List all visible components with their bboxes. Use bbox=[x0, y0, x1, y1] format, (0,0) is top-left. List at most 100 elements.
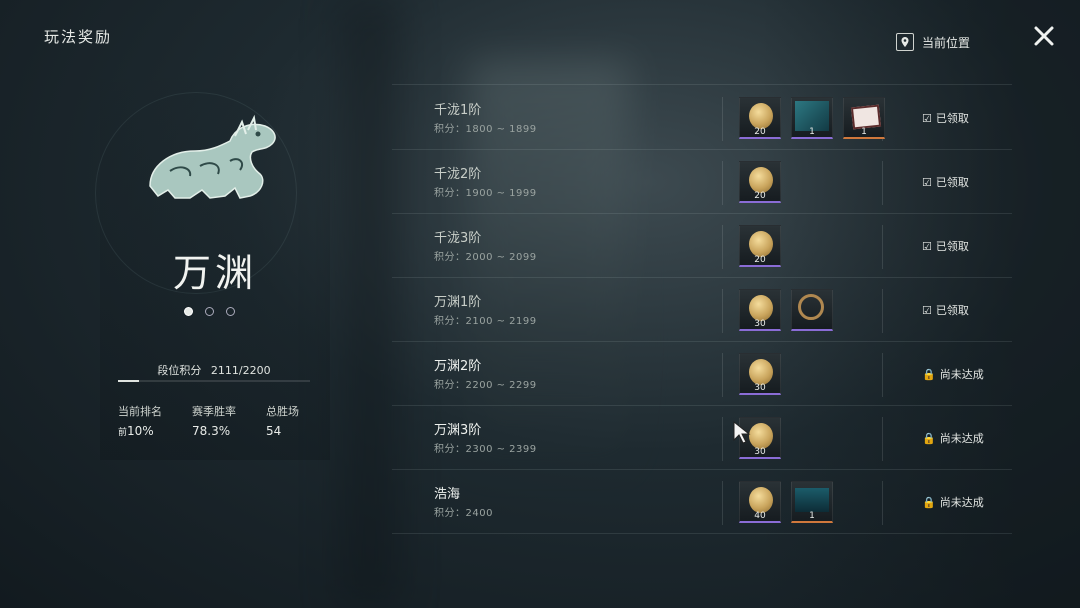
tier-rewards: 20 bbox=[739, 225, 781, 267]
close-button[interactable] bbox=[1030, 22, 1058, 50]
lock-icon: 🔒 bbox=[922, 431, 936, 445]
lock-icon: 🔒 bbox=[922, 367, 936, 381]
tier-name: 万渊3阶 bbox=[434, 423, 482, 438]
reward-count: 40 bbox=[754, 511, 766, 521]
ring-icon bbox=[798, 294, 824, 320]
reward-item-scene[interactable]: 1 bbox=[791, 97, 833, 139]
tier-row: 万渊2阶积分：2200 ~ 2299 30 🔒 尚未达成 bbox=[392, 341, 1012, 406]
coin-icon bbox=[749, 423, 773, 449]
coin-icon bbox=[749, 231, 773, 257]
page-dot-2[interactable] bbox=[205, 307, 214, 316]
tier-rewards: 20 bbox=[739, 161, 781, 203]
tier-status-label: 尚未达成 bbox=[939, 368, 984, 381]
tier-row: 万渊3阶积分：2300 ~ 2399 30 🔒 尚未达成 bbox=[392, 405, 1012, 470]
tier-status-label: 尚未达成 bbox=[939, 496, 984, 509]
stat-prefix: 前 bbox=[118, 428, 128, 438]
tier-name: 千泷1阶 bbox=[434, 103, 482, 118]
rank-score-label: 段位积分 bbox=[157, 364, 202, 377]
check-box-icon: ☑ bbox=[922, 303, 932, 317]
tier-row: 万渊1阶 积分：2100 ~ 2199 30 ☑ 已领取 bbox=[392, 277, 1012, 342]
column-divider bbox=[722, 225, 723, 269]
rank-score: 段位积分 2111/2200 bbox=[118, 362, 310, 378]
tier-score-range: 积分：2400 bbox=[434, 508, 493, 519]
stat-winrate: 赛季胜率 78.3% bbox=[192, 403, 236, 438]
tier-status: ☑ 已领取 bbox=[922, 238, 969, 254]
reward-count: 20 bbox=[754, 127, 766, 137]
tier-rewards: 30 bbox=[739, 289, 833, 331]
tier-status: 🔒 尚未达成 bbox=[922, 430, 984, 446]
reward-count: 20 bbox=[754, 191, 766, 201]
column-divider bbox=[722, 353, 723, 397]
mouse-cursor-icon bbox=[733, 420, 751, 444]
tier-status: ☑ 已领取 bbox=[922, 110, 969, 126]
stat-value: 54 bbox=[266, 424, 282, 438]
tier-status-label: 已领取 bbox=[935, 304, 969, 317]
reward-count: 1 bbox=[809, 127, 815, 137]
column-divider bbox=[722, 481, 723, 525]
column-divider bbox=[882, 417, 883, 461]
reward-item-coin[interactable]: 20 bbox=[739, 97, 781, 139]
column-divider bbox=[882, 481, 883, 525]
column-divider bbox=[722, 417, 723, 461]
reward-count: 30 bbox=[754, 447, 766, 457]
reward-item-card[interactable]: 1 bbox=[843, 97, 885, 139]
column-divider bbox=[722, 289, 723, 333]
page-title: 玩法奖励 bbox=[44, 28, 113, 46]
tier-name: 万渊2阶 bbox=[434, 359, 482, 374]
tier-status-label: 尚未达成 bbox=[939, 432, 984, 445]
tier-score-range: 积分：2300 ~ 2399 bbox=[434, 444, 537, 455]
stat-label: 赛季胜率 bbox=[192, 405, 236, 418]
check-box-icon: ☑ bbox=[922, 111, 932, 125]
reward-item-coin[interactable]: 40 bbox=[739, 481, 781, 523]
current-location-button[interactable]: 当前位置 bbox=[896, 33, 970, 51]
reward-item-ring[interactable] bbox=[791, 289, 833, 331]
tier-status-label: 已领取 bbox=[935, 240, 969, 253]
tier-status: 🔒 尚未达成 bbox=[922, 494, 984, 510]
close-icon bbox=[1034, 26, 1054, 46]
tier-name: 千泷3阶 bbox=[434, 231, 482, 246]
reward-count: 30 bbox=[754, 383, 766, 393]
reward-count: 1 bbox=[809, 511, 815, 521]
tier-name: 千泷2阶 bbox=[434, 167, 482, 182]
rank-score-fill bbox=[118, 380, 140, 382]
stat-value: 78.3% bbox=[192, 424, 231, 438]
check-box-icon: ☑ bbox=[922, 239, 932, 253]
coin-icon bbox=[749, 487, 773, 513]
tier-rewards: 20 1 1 bbox=[739, 97, 885, 139]
column-divider bbox=[882, 161, 883, 205]
rank-page-dots bbox=[184, 307, 235, 316]
tier-row: 千泷1阶 积分：1800 ~ 1899 20 1 1 ☑ 已领取 bbox=[392, 85, 1012, 150]
reward-item-coin[interactable]: 20 bbox=[739, 161, 781, 203]
tier-status: 🔒 尚未达成 bbox=[922, 366, 984, 382]
column-divider bbox=[722, 161, 723, 205]
reward-count: 30 bbox=[754, 319, 766, 329]
wave-icon bbox=[795, 488, 829, 512]
stat-total-wins: 总胜场 54 bbox=[266, 403, 299, 438]
tier-row-partial bbox=[392, 52, 1012, 85]
tier-name: 浩海 bbox=[434, 487, 461, 502]
reward-item-wave[interactable]: 1 bbox=[791, 481, 833, 523]
reward-item-coin[interactable]: 30 bbox=[739, 289, 781, 331]
rank-score-bar bbox=[118, 380, 310, 382]
tier-row: 浩海积分：2400 40 1 🔒 尚未达成 bbox=[392, 469, 1012, 534]
column-divider bbox=[882, 225, 883, 269]
reward-item-coin[interactable]: 30 bbox=[739, 353, 781, 395]
background-shadow bbox=[340, 0, 400, 608]
page-dot-1[interactable] bbox=[184, 307, 193, 316]
rank-name: 万渊 bbox=[172, 251, 257, 295]
tier-row: 千泷2阶 积分：1900 ~ 1999 20 ☑ 已领取 bbox=[392, 149, 1012, 214]
lock-icon: 🔒 bbox=[922, 495, 936, 509]
tier-name: 万渊1阶 bbox=[434, 295, 482, 310]
page-dot-3[interactable] bbox=[226, 307, 235, 316]
stat-rank: 当前排名 前10% bbox=[118, 403, 162, 438]
coin-icon bbox=[749, 295, 773, 321]
tier-status-label: 已领取 bbox=[935, 176, 969, 189]
coin-icon bbox=[749, 103, 773, 129]
tier-score-range: 积分：2200 ~ 2299 bbox=[434, 380, 537, 391]
current-location-label: 当前位置 bbox=[922, 35, 971, 50]
coin-icon bbox=[749, 167, 773, 193]
stat-label: 总胜场 bbox=[266, 405, 299, 418]
rank-score-value: 2111/2200 bbox=[210, 364, 271, 377]
reward-item-coin[interactable]: 20 bbox=[739, 225, 781, 267]
tier-score-range: 积分：1900 ~ 1999 bbox=[434, 188, 537, 199]
